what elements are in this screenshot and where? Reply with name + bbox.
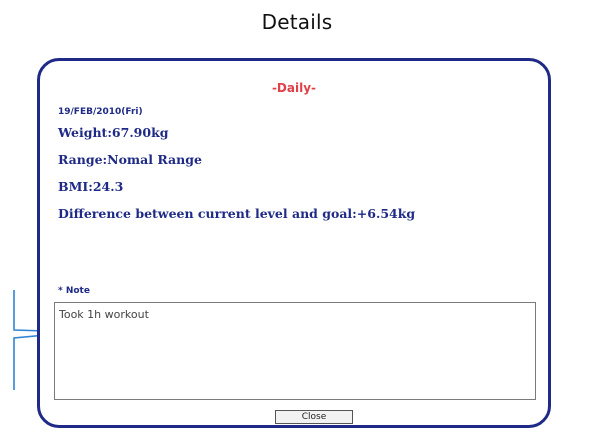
details-dialog: -Daily- 19/FEB/2010(Fri) Weight:67.90kg … (37, 58, 551, 428)
note-field[interactable]: Took 1h workout (54, 302, 536, 400)
page-title: Details (261, 10, 333, 34)
note-label: * Note (58, 286, 90, 296)
dialog-title: -Daily- (271, 81, 317, 95)
range-value: Range:Nomal Range (58, 152, 202, 167)
close-button[interactable]: Close (275, 410, 353, 424)
goal-difference-value: Difference between current level and goa… (58, 206, 416, 221)
daily-info: 19/FEB/2010(Fri) Weight:67.90kg Range:No… (58, 107, 415, 233)
entry-date: 19/FEB/2010(Fri) (58, 107, 143, 117)
bmi-value: BMI:24.3 (58, 179, 124, 194)
weight-value: Weight:67.90kg (58, 125, 169, 140)
